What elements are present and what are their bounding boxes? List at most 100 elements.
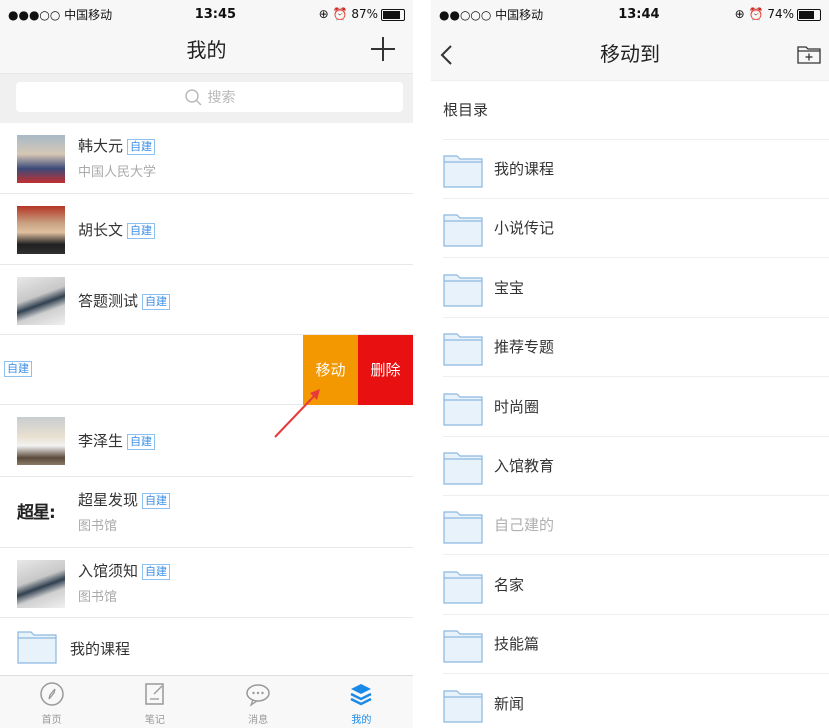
- folder-item[interactable]: 我的课程: [0, 618, 413, 676]
- avatar: [17, 277, 65, 325]
- carrier: ●●○○○ 中国移动: [439, 7, 544, 22]
- list-item[interactable]: 答题测试 自建: [0, 265, 413, 335]
- item-name: 我的课程: [70, 640, 131, 658]
- alarm-icon: ⏰: [748, 7, 764, 21]
- folder-icon: [17, 631, 57, 664]
- folder-item[interactable]: 名家: [443, 556, 829, 615]
- right-screen: ●●○○○ 中国移动 13:44 ⊕ ⏰ 74% 移动到 根目录 我的课程小说传…: [431, 0, 829, 728]
- list-item[interactable]: 入馆须知 自建 图书馆: [0, 548, 413, 618]
- folder-item[interactable]: 小说传记: [443, 199, 829, 259]
- page-title: 我的: [186, 38, 227, 62]
- battery-percent: 74%: [767, 7, 794, 21]
- swiped-list-item[interactable]: 自建 移动 删除: [0, 335, 413, 405]
- rotation-lock-icon: ⊕: [734, 7, 745, 21]
- alarm-icon: ⏰: [332, 7, 348, 21]
- add-icon[interactable]: [371, 37, 395, 61]
- folder-item[interactable]: 我的课程: [443, 140, 829, 199]
- item-subtitle: 图书馆: [78, 590, 118, 605]
- left-screen: ●●●○○ 中国移动 13:45 ⊕ ⏰ 87% 我的 搜索 韩大元 自建 中国人…: [0, 0, 413, 728]
- folder-item[interactable]: 自己建的: [443, 496, 829, 556]
- list-item[interactable]: 李泽生 自建: [0, 405, 413, 477]
- tab-notes[interactable]: 笔记: [103, 676, 206, 728]
- folder-name: 宝宝: [494, 278, 525, 297]
- tab-home[interactable]: 首页: [0, 676, 103, 728]
- nav-bar: 我的: [0, 28, 413, 74]
- chat-icon: [246, 684, 270, 707]
- self-built-badge: 自建: [127, 433, 156, 450]
- folder-name: 技能篇: [494, 635, 540, 654]
- folder-name: 推荐专题: [494, 338, 555, 357]
- folder-name: 时尚圈: [494, 397, 540, 416]
- delete-button[interactable]: 删除: [358, 335, 413, 405]
- folder-icon: [443, 392, 483, 426]
- folder-icon: [443, 452, 483, 485]
- status-time: 13:45: [194, 6, 237, 22]
- battery-icon: [797, 8, 821, 21]
- folder-name: 小说传记: [494, 219, 555, 238]
- search-input[interactable]: 搜索: [16, 82, 403, 112]
- folder-item[interactable]: 宝宝: [443, 259, 829, 318]
- self-built-badge: 自建: [142, 293, 171, 310]
- search-icon: [184, 89, 202, 106]
- folder-icon: [443, 571, 483, 604]
- note-icon: [145, 683, 164, 705]
- tab-messages[interactable]: 消息: [207, 676, 310, 728]
- folder-name: 名家: [494, 575, 525, 594]
- status-time: 13:44: [618, 6, 660, 22]
- root-directory[interactable]: 根目录: [443, 81, 829, 140]
- self-built-badge: 自建: [127, 222, 156, 239]
- folder-item[interactable]: 技能篇: [443, 615, 829, 675]
- list-item[interactable]: 胡长文 自建: [0, 194, 413, 265]
- status-right: ⊕ ⏰ 74%: [735, 7, 821, 21]
- page-title: 移动到: [600, 42, 660, 66]
- folder-item[interactable]: 新闻: [443, 675, 829, 728]
- tab-mine[interactable]: 我的: [310, 676, 413, 728]
- status-bar: ●●○○○ 中国移动 13:44 ⊕ ⏰ 74%: [431, 0, 829, 28]
- folder-icon: [443, 274, 483, 307]
- self-built-badge: 自建: [4, 361, 32, 377]
- item-subtitle: 中国人民大学: [78, 165, 157, 180]
- compass-icon: [39, 682, 64, 706]
- folder-item[interactable]: 时尚圈: [443, 378, 829, 437]
- search-placeholder: 搜索: [207, 90, 236, 106]
- item-name: 入馆须知 自建: [78, 560, 171, 581]
- avatar: [17, 560, 65, 608]
- nav-bar: 移动到: [431, 28, 829, 81]
- item-name: 韩大元 自建: [78, 135, 156, 156]
- folder-item[interactable]: 推荐专题: [443, 318, 829, 378]
- status-bar: ●●●○○ 中国移动 13:45 ⊕ ⏰ 87%: [0, 0, 413, 28]
- new-folder-icon[interactable]: [797, 44, 821, 64]
- tab-bar: 首页 笔记 消息 我的: [0, 675, 413, 728]
- folder-icon: [443, 689, 483, 723]
- self-built-badge: 自建: [127, 138, 156, 155]
- avatar: [17, 135, 65, 183]
- annotation-arrow-icon: [274, 389, 320, 438]
- item-name: 超星发现 自建: [78, 489, 171, 510]
- item-subtitle: 图书馆: [78, 519, 118, 534]
- folder-icon: [443, 214, 483, 247]
- folder-name: 入馆教育: [494, 457, 555, 475]
- item-name: 答题测试 自建: [78, 290, 171, 311]
- avatar: [17, 417, 65, 465]
- search-area: 搜索: [0, 74, 413, 124]
- folder-icon: [443, 155, 483, 188]
- self-built-badge: 自建: [142, 563, 171, 580]
- folder-icon: [443, 333, 483, 366]
- folder-name: 自己建的: [494, 516, 555, 535]
- list-item[interactable]: 韩大元 自建 中国人民大学: [0, 123, 413, 194]
- self-built-badge: 自建: [142, 492, 171, 509]
- avatar: [17, 206, 65, 254]
- status-right: ⊕ ⏰ 87%: [319, 7, 405, 21]
- folder-name: 新闻: [494, 694, 525, 713]
- rotation-lock-icon: ⊕: [318, 7, 329, 21]
- item-name: 李泽生 自建: [78, 430, 156, 451]
- battery-icon: [381, 8, 405, 21]
- carrier: ●●●○○ 中国移动: [8, 7, 113, 22]
- folder-item[interactable]: 入馆教育: [443, 437, 829, 496]
- folder-icon: [443, 630, 483, 663]
- folder-name: 我的课程: [494, 160, 555, 178]
- folder-icon: [443, 511, 483, 544]
- battery-percent: 87%: [351, 7, 378, 21]
- list-item[interactable]: 超星: 超星发现 自建 图书馆: [0, 477, 413, 548]
- layers-icon: [350, 684, 372, 706]
